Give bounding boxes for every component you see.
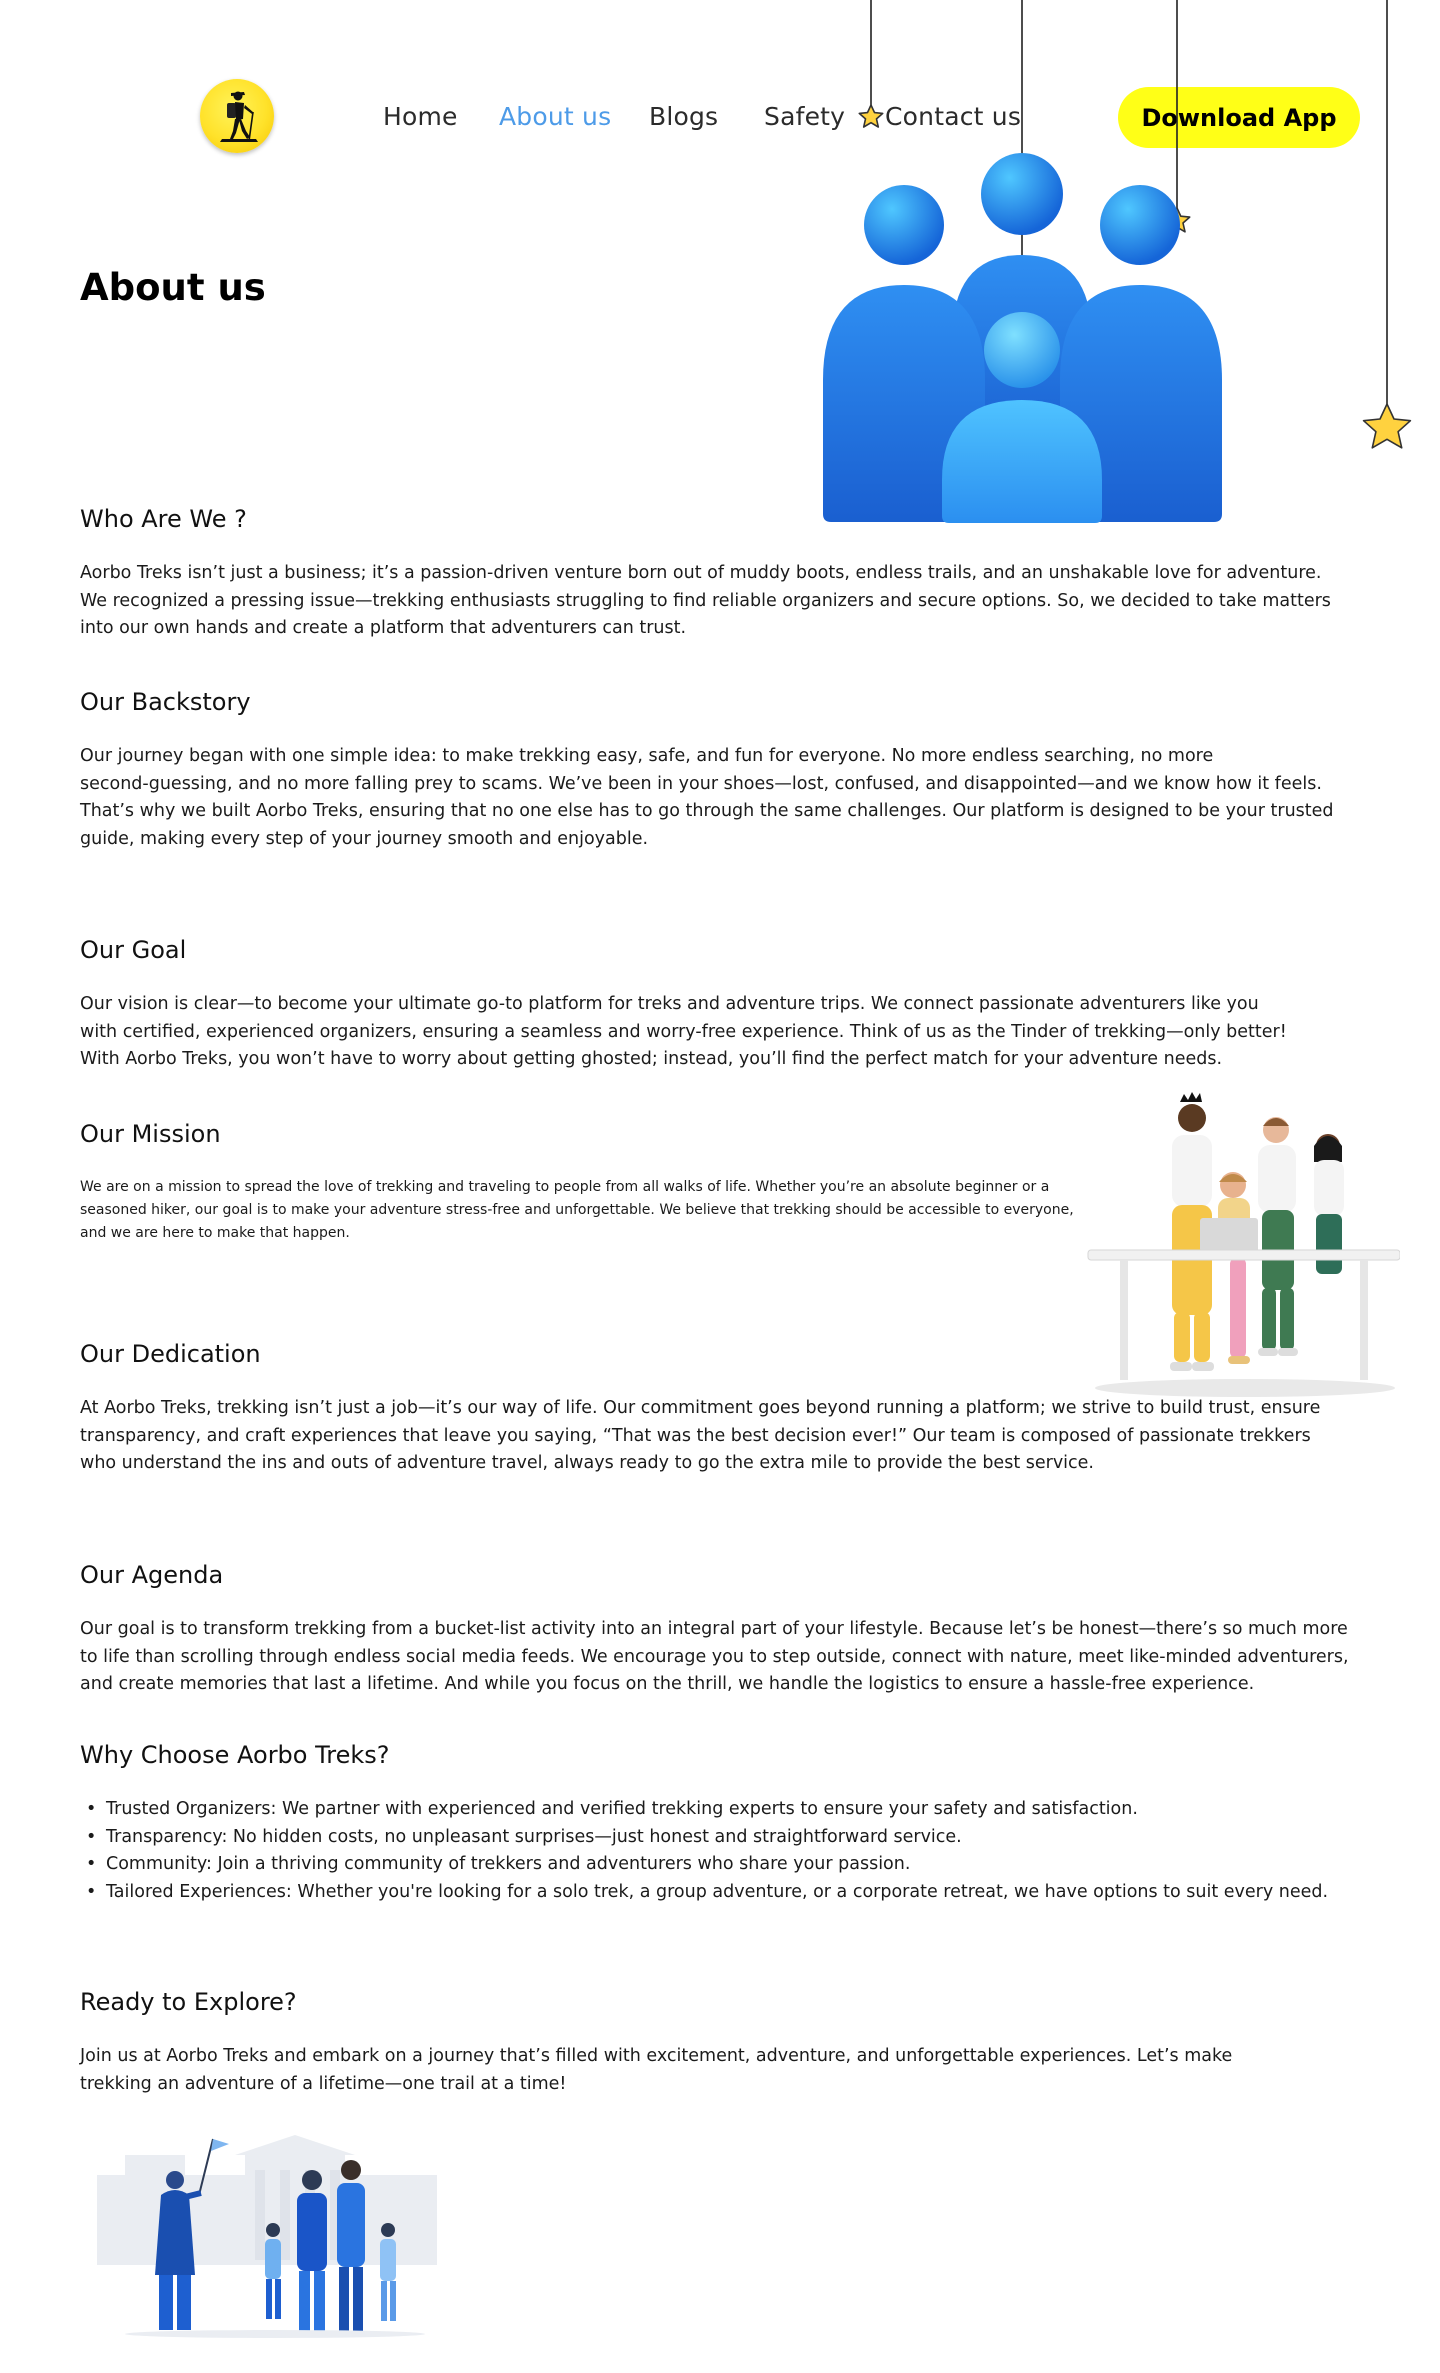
section-heading: Ready to Explore? [80,1988,297,2016]
paragraph-line: Our journey began with one simple idea: … [80,746,1214,766]
nav-safety[interactable]: Safety [764,102,845,131]
section-paragraph: Our vision is clear—to become your ultim… [80,991,1287,1074]
paragraph-line: and create memories that last a lifetime… [80,1674,1255,1694]
nav-blogs[interactable]: Blogs [649,102,718,131]
nav-home[interactable]: Home [383,102,458,131]
section-heading: Our Backstory [80,688,251,716]
site-logo[interactable] [200,79,274,153]
reasons-list: Trusted Organizers: We partner with expe… [86,1796,1406,1907]
paragraph-line: With Aorbo Treks, you won’t have to worr… [80,1049,1223,1069]
section-paragraph: At Aorbo Treks, trekking isn’t just a jo… [80,1395,1320,1478]
section-paragraph: Our goal is to transform trekking from a… [80,1616,1349,1699]
section-paragraph: Aorbo Treks isn’t just a business; it’s … [80,560,1331,643]
nav-contact-us[interactable]: Contact us [885,102,1021,131]
team-at-desk-illustration [1087,1092,1400,1397]
list-item: Transparency: No hidden costs, no unplea… [86,1824,1406,1852]
paragraph-line: We are on a mission to spread the love o… [80,1179,1050,1195]
list-item: Community: Join a thriving community of … [86,1851,1406,1879]
section-paragraph: Our journey began with one simple idea: … [80,743,1334,853]
section-heading: Why Choose Aorbo Treks? [80,1741,390,1769]
paragraph-line: That’s why we built Aorbo Treks, ensurin… [80,801,1334,821]
paragraph-line: Our vision is clear—to become your ultim… [80,994,1259,1014]
section-heading: Our Mission [80,1120,221,1148]
paragraph-line: At Aorbo Treks, trekking isn’t just a jo… [80,1398,1321,1418]
paragraph-line: trekking an adventure of a lifetime—one … [80,2073,567,2094]
group-people-icon [823,153,1222,523]
paragraph-line: Aorbo Treks isn’t just a business; it’s … [80,563,1322,583]
star-icon [858,104,884,128]
nav-about-us[interactable]: About us [499,102,611,131]
section-heading: Who Are We ? [80,505,247,533]
paragraph-line: who understand the ins and outs of adven… [80,1453,1094,1473]
download-app-button[interactable]: Download App [1118,87,1360,148]
paragraph-line: Our goal is to transform trekking from a… [80,1619,1348,1639]
paragraph-line: with certified, experienced organizers, … [80,1021,1287,1042]
page-title: About us [80,266,266,309]
paragraph-line: transparency, and craft experiences that… [80,1425,1311,1446]
section-paragraph: We are on a mission to spread the love o… [80,1176,1074,1245]
paragraph-line: We recognized a pressing issue—trekking … [80,590,1331,611]
paragraph-line: Join us at Aorbo Treks and embark on a j… [80,2046,1233,2066]
hikers-group-illustration [97,2135,437,2338]
paragraph-line: guide, making every step of your journey… [80,828,649,849]
list-item: Trusted Organizers: We partner with expe… [86,1796,1406,1824]
section-heading: Our Agenda [80,1561,224,1589]
paragraph-line: into our own hands and create a platform… [80,618,687,638]
paragraph-line: seasoned hiker, our goal is to make your… [80,1202,1074,1218]
hiker-logo-icon [220,91,258,142]
section-heading: Our Dedication [80,1340,261,1368]
paragraph-line: to life than scrolling through endless s… [80,1646,1349,1667]
star-icon [1362,403,1412,449]
list-item: Tailored Experiences: Whether you're loo… [86,1879,1406,1907]
section-paragraph: Join us at Aorbo Treks and embark on a j… [80,2043,1232,2098]
paragraph-line: second-guessing, and no more falling pre… [80,773,1322,794]
section-heading: Our Goal [80,936,187,964]
paragraph-line: and we are here to make that happen. [80,1225,350,1241]
